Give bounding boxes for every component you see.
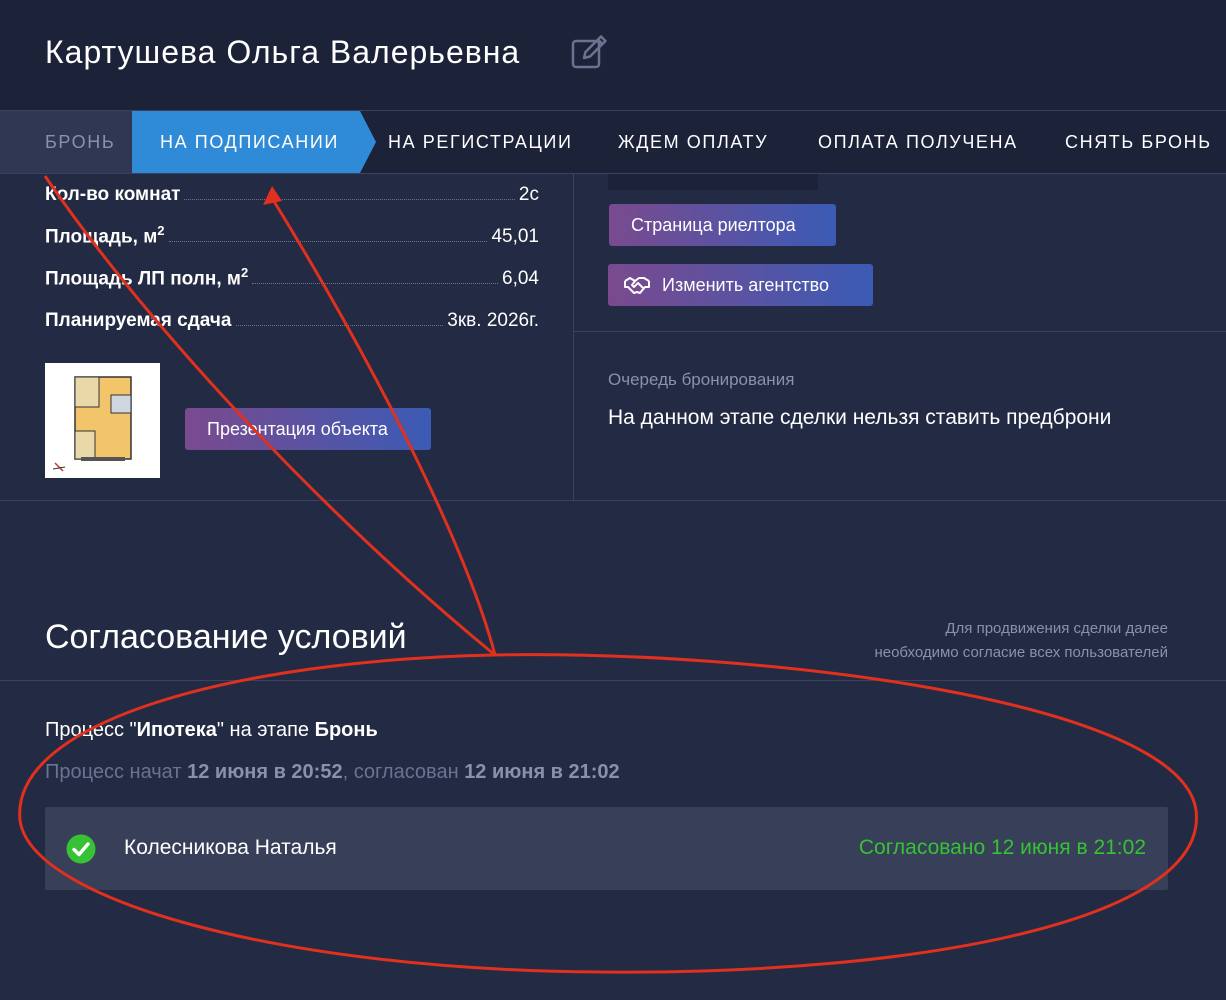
- section-divider: [0, 500, 1226, 501]
- agreement-divider: [0, 680, 1226, 681]
- prop-delivery: Планируемая сдача 3кв. 2026г.: [45, 302, 539, 332]
- process-timestamps: Процесс начат 12 июня в 20:52, согласова…: [45, 761, 620, 783]
- pencil-square-icon[interactable]: [570, 32, 610, 72]
- tab-oplata-poluchena[interactable]: ОПЛАТА ПОЛУЧЕНА: [818, 111, 1018, 173]
- realtor-panel: Страница риелтора Изменить агентство Оче…: [573, 174, 1226, 501]
- presentation-button[interactable]: Презентация объекта: [185, 408, 431, 450]
- deal-stage-tabs: БРОНЬ НА ПОДПИСАНИИ НА РЕГИСТРАЦИИ ЖДЕМ …: [0, 110, 1226, 174]
- page-header: Картушева Ольга Валерьевна: [0, 0, 1226, 110]
- floor-plan-thumbnail[interactable]: [45, 363, 160, 478]
- client-name: Картушева Ольга Валерьевна: [45, 34, 521, 70]
- tab-na-podpisanii[interactable]: НА ПОДПИСАНИИ: [132, 111, 376, 173]
- dotted-leader: [168, 241, 488, 242]
- approved-at: 12 июня в 21:02: [464, 761, 620, 783]
- realtor-page-button[interactable]: Страница риелтора: [609, 204, 836, 246]
- tab-bron[interactable]: БРОНЬ: [0, 111, 132, 173]
- prop-rooms: Кол-во комнат 2с: [45, 176, 539, 206]
- approver-name: Колесникова Наталья: [124, 836, 337, 859]
- dotted-leader: [252, 283, 499, 284]
- approval-row: Колесникова Наталья Согласовано 12 июня …: [45, 807, 1168, 890]
- panel-divider: [574, 331, 1226, 332]
- agreement-note: Для продвижения сделки далее необходимо …: [874, 620, 1168, 661]
- process-description: Процесс "Ипотека" на этапе Бронь: [45, 719, 378, 741]
- queue-text: На данном этапе сделки нельзя ставить пр…: [608, 406, 1112, 429]
- area-label: Площадь, м2: [45, 222, 165, 247]
- green-check-icon: [66, 834, 96, 864]
- delivery-value: 3кв. 2026г.: [447, 310, 539, 331]
- hidden-field-bar: [608, 174, 818, 190]
- rooms-value: 2с: [518, 184, 539, 205]
- agreement-title: Согласование условий: [45, 618, 407, 656]
- process-stage: Бронь: [314, 719, 378, 741]
- tab-snyat-bron[interactable]: СНЯТЬ БРОНЬ: [1065, 111, 1212, 173]
- balcony-value: 6,04: [502, 268, 539, 289]
- area-value: 45,01: [491, 226, 539, 247]
- queue-label: Очередь бронирования: [608, 370, 795, 389]
- balcony-label: Площадь ЛП полн, м2: [45, 264, 249, 289]
- process-name: Ипотека: [136, 719, 217, 741]
- prop-area: Площадь, м2 45,01: [45, 218, 539, 248]
- approval-status: Согласовано 12 июня в 21:02: [858, 836, 1146, 859]
- dotted-leader: [235, 325, 444, 326]
- started-at: 12 июня в 20:52: [187, 761, 343, 783]
- dotted-leader: [184, 199, 515, 200]
- handshake-icon: [624, 277, 650, 294]
- prop-balcony-area: Площадь ЛП полн, м2 6,04: [45, 260, 539, 290]
- rooms-label: Кол-во комнат: [45, 184, 181, 205]
- change-agency-button[interactable]: Изменить агентство: [608, 264, 873, 306]
- property-details: Кол-во комнат 2с Площадь, м2 45,01 Площа…: [0, 174, 573, 501]
- change-agency-label: Изменить агентство: [662, 275, 829, 295]
- tab-na-registratsii[interactable]: НА РЕГИСТРАЦИИ: [388, 111, 573, 173]
- delivery-label: Планируемая сдача: [45, 310, 232, 331]
- tab-zhdem-oplatu[interactable]: ЖДЕМ ОПЛАТУ: [618, 111, 768, 173]
